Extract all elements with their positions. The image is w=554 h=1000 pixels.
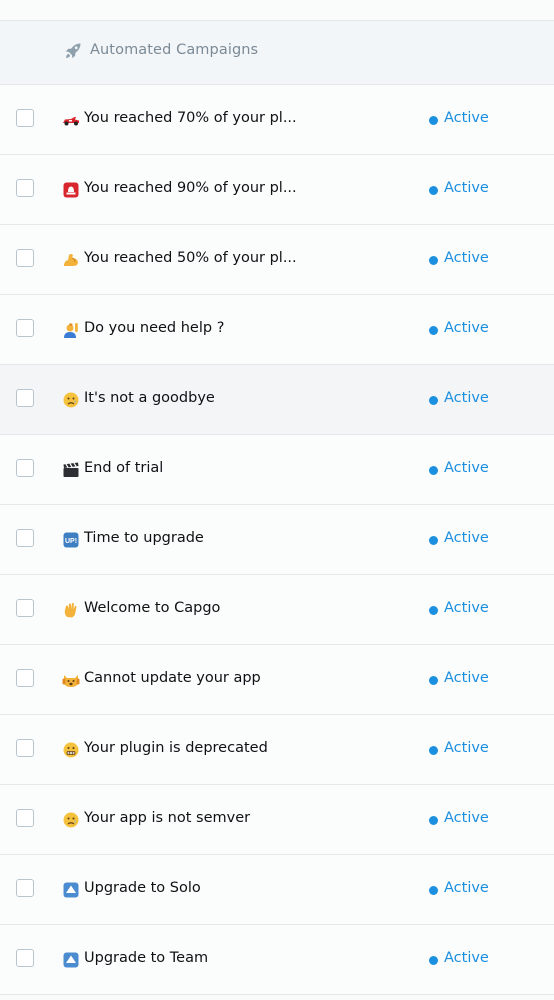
section-header: Automated Campaigns — [0, 21, 554, 85]
status-badge: Active — [444, 880, 489, 896]
row-checkbox[interactable] — [16, 599, 34, 617]
campaign-row[interactable]: Your app is not semver Active — [0, 785, 554, 855]
up-arrow-icon — [62, 951, 80, 969]
status-badge: Active — [444, 810, 489, 826]
status-badge: Active — [444, 670, 489, 686]
campaign-row[interactable]: UP! Time to upgrade Active — [0, 505, 554, 575]
campaign-row[interactable]: Do you need help ? Active — [0, 295, 554, 365]
row-checkbox[interactable] — [16, 529, 34, 547]
rocket-icon — [65, 43, 81, 59]
previous-row-strip — [0, 0, 554, 21]
campaign-row[interactable]: Your plugin is deprecated Active — [0, 715, 554, 785]
row-checkbox[interactable] — [16, 319, 34, 337]
status-badge: Active — [444, 110, 489, 126]
row-checkbox[interactable] — [16, 459, 34, 477]
campaign-name[interactable]: You reached 90% of your pl... — [84, 180, 297, 196]
campaign-name[interactable]: Do you need help ? — [84, 320, 224, 336]
status-badge: Active — [444, 950, 489, 966]
clapper-board-icon — [62, 461, 80, 479]
status-badge: Active — [444, 600, 489, 616]
sad-face-icon — [62, 391, 80, 409]
status-dot-icon — [429, 606, 438, 615]
sad-face-icon — [62, 811, 80, 829]
row-checkbox[interactable] — [16, 739, 34, 757]
campaign-name[interactable]: End of trial — [84, 460, 163, 476]
row-checkbox[interactable] — [16, 249, 34, 267]
status-dot-icon — [429, 396, 438, 405]
status-badge: Active — [444, 180, 489, 196]
campaign-list-page: Automated Campaigns You reached 70% of y… — [0, 0, 554, 1000]
raising-hand-icon — [62, 321, 80, 339]
siren-icon — [62, 181, 80, 199]
grimacing-face-icon — [62, 741, 80, 759]
campaign-name[interactable]: You reached 70% of your pl... — [84, 110, 297, 126]
row-checkbox[interactable] — [16, 179, 34, 197]
campaign-name[interactable]: Your plugin is deprecated — [84, 740, 268, 756]
up-button-icon: UP! — [62, 531, 80, 549]
up-arrow-icon — [62, 881, 80, 899]
row-checkbox[interactable] — [16, 879, 34, 897]
status-badge: Active — [444, 740, 489, 756]
campaign-row[interactable]: You reached 70% of your pl... Active — [0, 85, 554, 155]
row-checkbox[interactable] — [16, 389, 34, 407]
status-badge: Active — [444, 320, 489, 336]
campaign-name[interactable]: You reached 50% of your pl... — [84, 250, 297, 266]
campaign-name[interactable]: Your app is not semver — [84, 810, 250, 826]
flexed-biceps-icon — [62, 251, 80, 269]
campaign-name[interactable]: It's not a goodbye — [84, 390, 215, 406]
campaign-row[interactable]: You reached 90% of your pl... Active — [0, 155, 554, 225]
row-checkbox[interactable] — [16, 669, 34, 687]
row-checkbox[interactable] — [16, 809, 34, 827]
svg-text:UP!: UP! — [65, 538, 77, 545]
waving-hand-icon — [62, 601, 80, 619]
campaign-name[interactable]: Cannot update your app — [84, 670, 261, 686]
status-dot-icon — [429, 886, 438, 895]
row-checkbox[interactable] — [16, 949, 34, 967]
campaign-row[interactable]: End of trial Active — [0, 435, 554, 505]
weary-cat-icon — [62, 671, 80, 689]
status-dot-icon — [429, 816, 438, 825]
campaign-name[interactable]: Upgrade to Team — [84, 950, 208, 966]
status-dot-icon — [429, 326, 438, 335]
status-dot-icon — [429, 676, 438, 685]
campaign-name[interactable]: Time to upgrade — [84, 530, 204, 546]
status-badge: Active — [444, 250, 489, 266]
status-dot-icon — [429, 746, 438, 755]
row-checkbox[interactable] — [16, 109, 34, 127]
status-badge: Active — [444, 530, 489, 546]
campaign-row[interactable]: Upgrade to Team Active — [0, 925, 554, 995]
campaign-name[interactable]: Welcome to Capgo — [84, 600, 220, 616]
campaign-row[interactable]: Cannot update your app Active — [0, 645, 554, 715]
status-badge: Active — [444, 460, 489, 476]
status-dot-icon — [429, 956, 438, 965]
status-dot-icon — [429, 536, 438, 545]
campaign-row[interactable]: It's not a goodbye Active — [0, 365, 554, 435]
campaign-row[interactable]: Welcome to Capgo Active — [0, 575, 554, 645]
section-title: Automated Campaigns — [90, 42, 259, 58]
campaign-row[interactable]: Upgrade to Solo Active — [0, 855, 554, 925]
status-dot-icon — [429, 256, 438, 265]
campaign-name[interactable]: Upgrade to Solo — [84, 880, 201, 896]
campaign-row[interactable]: You reached 50% of your pl... Active — [0, 225, 554, 295]
status-dot-icon — [429, 186, 438, 195]
status-dot-icon — [429, 466, 438, 475]
campaign-rows: You reached 70% of your pl... Active You r… — [0, 85, 554, 995]
racecar-icon — [62, 111, 80, 129]
status-badge: Active — [444, 390, 489, 406]
status-dot-icon — [429, 116, 438, 125]
